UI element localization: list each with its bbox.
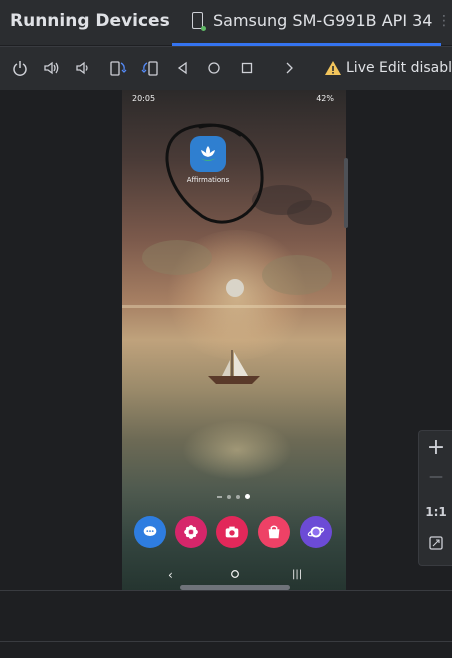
- power-icon[interactable]: [11, 59, 29, 77]
- horizon: [122, 305, 346, 308]
- nav-recents-icon[interactable]: |||: [292, 569, 302, 580]
- actual-size-button[interactable]: 1:1: [419, 505, 452, 519]
- home-icon[interactable]: [205, 59, 223, 77]
- more-icon[interactable]: [280, 59, 298, 77]
- live-edit-text: Live Edit disable: [346, 60, 452, 76]
- status-time: 20:05: [132, 94, 156, 103]
- page-dot: [217, 495, 222, 498]
- nav-back-icon[interactable]: ‹: [168, 568, 173, 582]
- device-tab[interactable]: Samsung SM-G991B API 34: [192, 11, 433, 31]
- zoom-panel: + — 1:1: [418, 430, 452, 566]
- live-edit-warning[interactable]: Live Edit disable: [324, 59, 452, 77]
- device-tab-label: Samsung SM-G991B API 34: [213, 11, 433, 30]
- zoom-out-button[interactable]: —: [419, 469, 452, 485]
- page-dot: [227, 494, 231, 499]
- app-dock: [134, 516, 334, 548]
- volume-up-icon[interactable]: [43, 59, 61, 77]
- sun: [226, 279, 244, 297]
- rotate-left-icon[interactable]: [109, 59, 127, 77]
- sailboat: [208, 350, 260, 384]
- cloud: [262, 255, 332, 295]
- phone-icon: [192, 12, 206, 31]
- title-bar: Running Devices Samsung SM-G991B API 34 …: [0, 0, 452, 46]
- panel-title: Running Devices: [10, 11, 170, 31]
- nav-home-icon[interactable]: [230, 568, 240, 582]
- store-icon[interactable]: [258, 516, 290, 548]
- zoom-in-button[interactable]: +: [419, 435, 452, 460]
- rotate-right-icon[interactable]: [141, 59, 159, 77]
- camera-icon[interactable]: [216, 516, 248, 548]
- browser-icon[interactable]: [300, 516, 332, 548]
- messages-icon[interactable]: [134, 516, 166, 548]
- divider: [0, 641, 452, 642]
- more-options-icon[interactable]: ⋮: [437, 13, 451, 29]
- battery-level: 42%: [316, 94, 334, 103]
- page-dot-active: [245, 494, 250, 499]
- phone-status-bar: 20:05 42%: [122, 94, 346, 108]
- fit-screen-icon[interactable]: [419, 535, 452, 555]
- overview-icon[interactable]: [238, 59, 256, 77]
- device-toolbar: Live Edit disable: [0, 46, 452, 91]
- flower-icon[interactable]: [175, 516, 207, 548]
- cloud: [287, 200, 332, 225]
- vertical-scrollbar[interactable]: [344, 158, 348, 228]
- page-indicator: [217, 494, 250, 499]
- warning-icon: [325, 61, 341, 75]
- hand-drawn-circle-annotation: [165, 123, 264, 224]
- bottom-panel: [0, 590, 452, 658]
- back-icon[interactable]: [174, 59, 192, 77]
- page-dot: [236, 494, 240, 499]
- cloud: [142, 240, 212, 275]
- water-reflection: [182, 420, 292, 480]
- phone-nav-bar: ‹ |||: [122, 568, 346, 584]
- online-status-dot: [201, 26, 206, 31]
- volume-down-icon[interactable]: [75, 59, 93, 77]
